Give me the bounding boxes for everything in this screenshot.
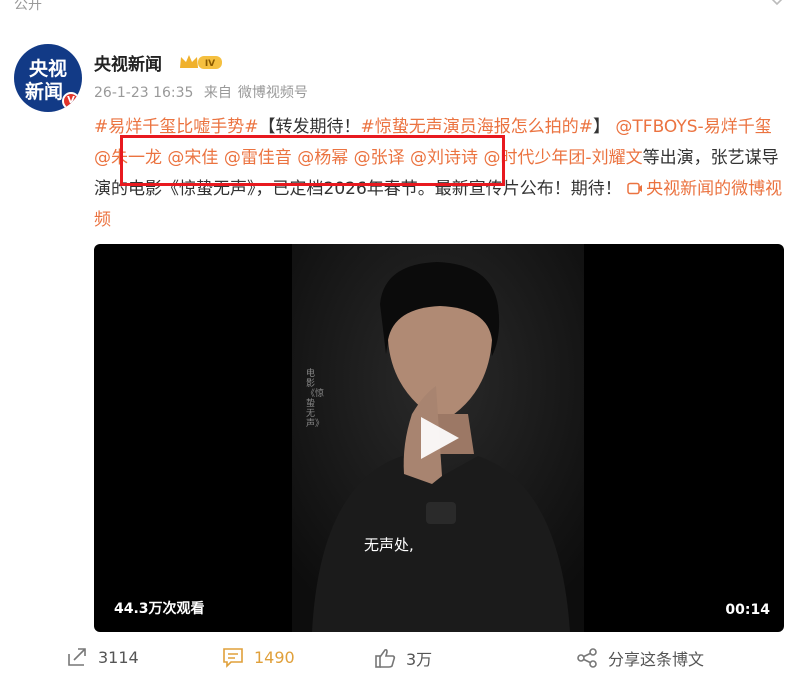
hashtag-link[interactable]: #惊蛰无声演员海报怎么拍的# xyxy=(361,117,594,137)
post-meta: 26-1-23 16:35 来自 微博视频号 xyxy=(94,82,314,102)
post-source[interactable]: 微博视频号 xyxy=(238,85,308,101)
comment-icon xyxy=(223,648,243,668)
share-label: 分享这条博文 xyxy=(608,650,705,669)
post-text-fragment: 】 xyxy=(593,117,610,137)
source-prefix: 来自 xyxy=(203,85,232,101)
video-subtitle: 无声处, xyxy=(364,536,414,554)
visibility-label: 公开 xyxy=(14,0,42,13)
post-time[interactable]: 26-1-23 16:35 xyxy=(94,85,193,101)
share-button[interactable]: 分享这条博文 xyxy=(576,646,704,670)
action-bar: 3114 1490 3万 分享这条博文 xyxy=(0,640,800,678)
verified-badge-icon: V xyxy=(62,92,80,110)
repost-button[interactable]: 3114 xyxy=(66,646,139,668)
mention-link[interactable]: @时代少年团-刘耀文 xyxy=(483,148,642,168)
like-button[interactable]: 3万 xyxy=(374,646,432,670)
mention-link[interactable]: @TFBOYS-易烊千玺 xyxy=(615,117,771,137)
thumbs-up-icon xyxy=(375,648,396,668)
comment-count: 1490 xyxy=(254,647,295,667)
svg-text:IV: IV xyxy=(205,59,215,69)
repost-icon xyxy=(68,648,86,666)
svg-text:央视: 央视 xyxy=(29,57,67,80)
svg-text:新闻: 新闻 xyxy=(25,80,63,103)
hashtag-link[interactable]: #易烊千玺比嘘手势# xyxy=(94,117,259,137)
comment-button[interactable]: 1490 xyxy=(222,646,295,668)
video-icon xyxy=(627,182,643,195)
like-count: 3万 xyxy=(406,650,433,669)
play-icon[interactable] xyxy=(417,414,461,462)
crown-level-badge-icon: IV xyxy=(180,55,222,69)
repost-count: 3114 xyxy=(98,647,139,667)
highlight-box xyxy=(120,135,505,186)
film-caption: 电影《惊蛰无声》 xyxy=(306,369,325,429)
post-text-fragment: 【转发期待！ xyxy=(258,117,361,137)
video-duration: 00:14 xyxy=(725,602,770,618)
view-count: 44.3万次观看 xyxy=(114,601,205,617)
video-player[interactable]: 电影《惊蛰无声》 无声处, 44.3万次观看 00:14 xyxy=(94,244,784,632)
account-name[interactable]: 央视新闻 xyxy=(94,50,162,75)
avatar[interactable]: 央视 新闻 V xyxy=(14,44,82,112)
chevron-down-icon[interactable] xyxy=(770,0,784,6)
share-icon xyxy=(577,648,597,668)
